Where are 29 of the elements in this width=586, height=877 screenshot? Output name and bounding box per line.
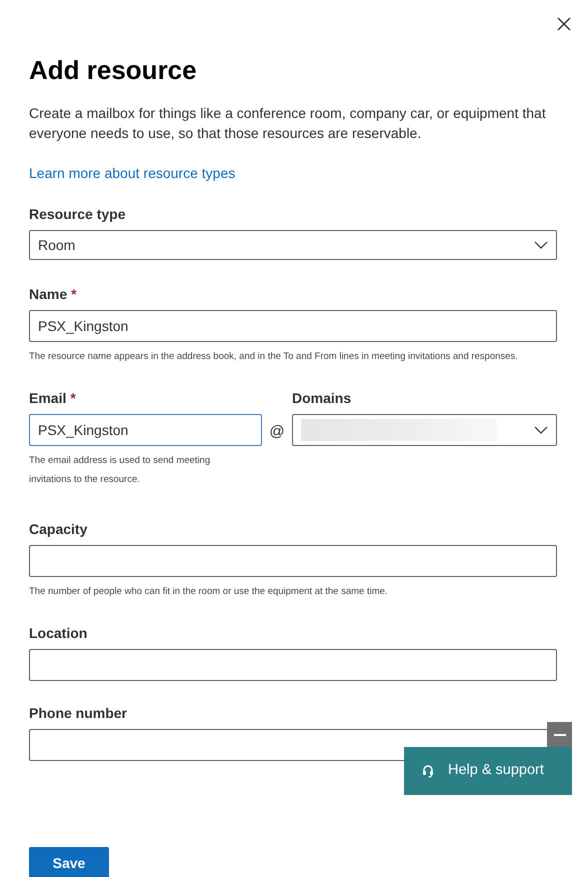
description-text: Create a mailbox for things like a conference room, company car, or equipment that everyone needs to use, so that those resources are reservable. [29, 104, 547, 143]
save-button[interactable]: Save [29, 847, 109, 877]
field-label: Resource type [29, 204, 126, 224]
required-asterisk: * [70, 388, 76, 408]
field-label: Domains [292, 388, 352, 408]
field-label: Name [29, 284, 68, 304]
text-field[interactable] [29, 545, 557, 577]
chevron-down-icon [534, 426, 548, 434]
help-text: The resource name appears in the address book, and in the To and From lines in meeting invitations and responses. [29, 350, 519, 364]
field-label: Location [29, 624, 88, 642]
field-label: Capacity [29, 520, 88, 539]
close-icon[interactable] [556, 16, 572, 32]
field-label: Phone number [29, 704, 128, 722]
at-sign: @ [268, 422, 286, 442]
required-asterisk: * [71, 284, 77, 304]
text-field[interactable]: PSX_Kingston [29, 310, 557, 342]
learn-more-link[interactable]: Learn more about resource types [29, 163, 236, 184]
help-text: The number of people who can fit in the room or use the equipment at the same time. [29, 585, 389, 599]
chevron-down-icon [534, 241, 548, 249]
popup-minimize-button[interactable] [547, 722, 572, 747]
domains-dropdown[interactable] [292, 414, 557, 446]
email-field[interactable]: PSX_Kingston [29, 414, 262, 446]
panel-title: Add resource [29, 54, 198, 87]
headset-icon [422, 764, 434, 778]
resource-type-dropdown[interactable]: Room [29, 230, 557, 260]
help-text: The email address is used to send meeting invitations to the resource. [29, 454, 212, 487]
text-field[interactable] [29, 649, 557, 681]
field-label: Email [29, 388, 66, 408]
help-support-popup[interactable]: Help & support [404, 747, 572, 795]
